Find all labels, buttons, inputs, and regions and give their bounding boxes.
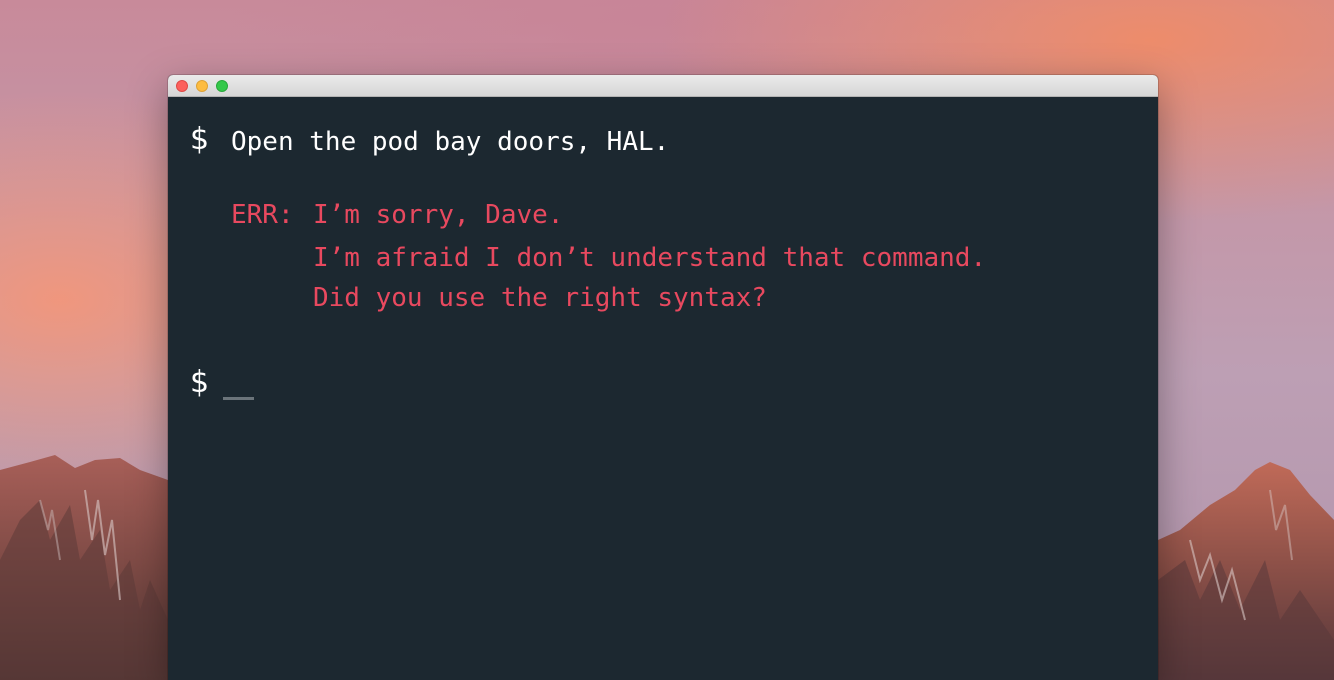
maximize-button[interactable]: [216, 80, 228, 92]
error-line: I’m sorry, Dave.: [313, 200, 564, 230]
minimize-button[interactable]: [196, 80, 208, 92]
prompt-symbol: $: [190, 122, 210, 157]
error-prefix: ERR:: [231, 200, 294, 230]
window-titlebar[interactable]: [168, 75, 1158, 97]
error-line: Did you use the right syntax?: [313, 283, 767, 313]
close-button[interactable]: [176, 80, 188, 92]
command-text: Open the pod bay doors, HAL.: [231, 127, 670, 157]
text-cursor[interactable]: [223, 397, 254, 400]
terminal-window[interactable]: $ Open the pod bay doors, HAL. ERR: I’m …: [168, 75, 1158, 680]
prompt-symbol-current: $: [190, 365, 210, 400]
error-line: I’m afraid I don’t understand that comma…: [313, 243, 987, 273]
